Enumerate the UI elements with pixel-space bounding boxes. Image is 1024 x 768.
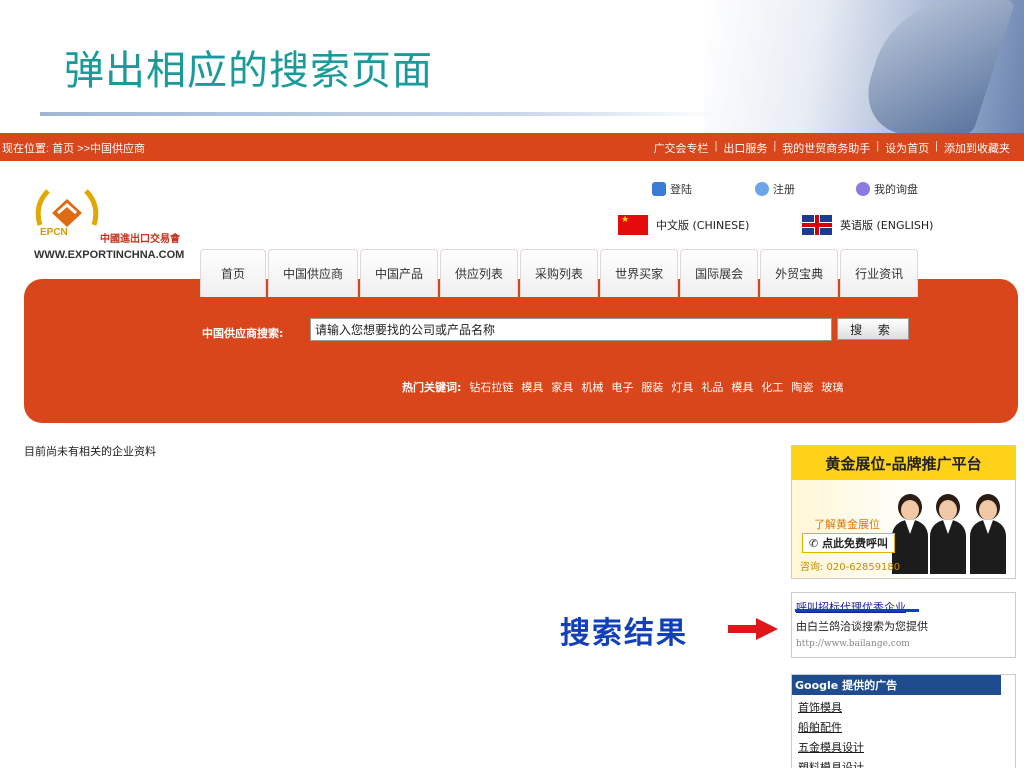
separator: | bbox=[714, 140, 718, 152]
lang-chinese[interactable]: 中文版 (CHINESE) bbox=[618, 215, 749, 235]
ad-title: 黄金展位-品牌推广平台 bbox=[792, 446, 1015, 480]
hot-keyword[interactable]: 玻璃 bbox=[821, 379, 843, 395]
logo-abbr: EPCN bbox=[40, 227, 68, 238]
hot-keyword[interactable]: 电子 bbox=[611, 379, 633, 395]
hot-keyword[interactable]: 模具 bbox=[521, 379, 543, 395]
result-desc: 由白兰鸽洽谈搜索为您提供 bbox=[796, 620, 928, 633]
top-links: 广交会专栏 | 出口服务 | 我的世贸商务助手 | 设为首页 | 添加到收藏夹 bbox=[654, 140, 1010, 156]
main-nav: 首页 中国供应商 中国产品 供应列表 采购列表 世界买家 国际展会 外贸宝典 行… bbox=[200, 249, 919, 297]
google-ad-item[interactable]: 塑料模具设计 bbox=[798, 759, 864, 768]
tab-industry-news[interactable]: 行业资讯 bbox=[840, 249, 919, 297]
hot-keyword[interactable]: 家具 bbox=[551, 379, 573, 395]
gold-booth-ad[interactable]: 黄金展位-品牌推广平台 了解黄金展位 ✆ 点此免费呼叫 咨询: 020-6285… bbox=[791, 445, 1016, 579]
logo-cn-name: 中國進出口交易會 bbox=[100, 234, 180, 245]
hot-keyword[interactable]: 礼品 bbox=[701, 379, 723, 395]
site-logo[interactable]: EPCN 中國進出口交易會 WWW.EXPORTINCHNA.COM bbox=[28, 183, 203, 268]
register-icon bbox=[755, 182, 769, 196]
lang-chinese-label: 中文版 (CHINESE) bbox=[656, 219, 750, 232]
tab-home[interactable]: 首页 bbox=[200, 249, 266, 297]
no-result-message: 目前尚未有相关的企业资料 bbox=[24, 445, 156, 458]
agent-image bbox=[970, 494, 1006, 574]
search-panel bbox=[24, 279, 1018, 423]
agent-image bbox=[930, 494, 966, 574]
website-screenshot: 现在位置: 首页 >>中国供应商 广交会专栏 | 出口服务 | 我的世贸商务助手… bbox=[0, 133, 1024, 768]
annotation-label: 搜索结果 bbox=[560, 616, 688, 651]
tab-supply-list[interactable]: 供应列表 bbox=[440, 249, 519, 297]
ad-learn-more[interactable]: 了解黄金展位 bbox=[814, 516, 880, 532]
separator: | bbox=[935, 140, 938, 152]
inquiry-icon bbox=[856, 182, 870, 196]
slide-title: 弹出相应的搜索页面 bbox=[64, 48, 433, 94]
login-icon bbox=[652, 182, 666, 196]
breadcrumb: 现在位置: 首页 >>中国供应商 bbox=[2, 143, 146, 155]
google-ads-header: Google 提供的广告 bbox=[792, 675, 1001, 695]
tab-trade-guide[interactable]: 外贸宝典 bbox=[760, 249, 839, 297]
phone-icon: ✆ bbox=[809, 537, 823, 550]
free-call-label: 点此免费呼叫 bbox=[822, 537, 889, 550]
top-link-canton-fair[interactable]: 广交会专栏 bbox=[654, 140, 709, 156]
hot-keywords: 热门关键词: 钻石拉链 模具 家具 机械 电子 服装 灯具 礼品 模具 化工 陶… bbox=[402, 379, 843, 395]
lang-english[interactable]: 英语版 (ENGLISH) bbox=[802, 215, 933, 235]
hot-keyword[interactable]: 机械 bbox=[581, 379, 603, 395]
hot-keyword[interactable]: 化工 bbox=[761, 379, 783, 395]
free-call-button[interactable]: ✆ 点此免费呼叫 bbox=[802, 533, 896, 553]
china-flag-icon bbox=[618, 215, 648, 235]
red-arrow-icon bbox=[728, 618, 778, 640]
logo-url: WWW.EXPORTINCHNA.COM bbox=[34, 249, 185, 261]
search-result-ad: 呼叫招标代理优秀企业 由白兰鸽洽谈搜索为您提供 http://www.baila… bbox=[791, 592, 1016, 658]
top-bar: 现在位置: 首页 >>中国供应商 广交会专栏 | 出口服务 | 我的世贸商务助手… bbox=[0, 133, 1024, 161]
google-ads: Google 提供的广告 首饰模具 船舶配件 五金模具设计 塑料模具设计 bbox=[791, 674, 1016, 768]
hot-keyword[interactable]: 陶瓷 bbox=[791, 379, 813, 395]
tab-purchase-list[interactable]: 采购列表 bbox=[520, 249, 599, 297]
search-input[interactable] bbox=[310, 318, 832, 341]
inquiry-link[interactable]: 我的询盘 bbox=[856, 181, 918, 197]
top-link-export-service[interactable]: 出口服务 bbox=[723, 140, 767, 156]
top-link-assistant[interactable]: 我的世贸商务助手 bbox=[782, 140, 870, 156]
ad-body: 了解黄金展位 ✆ 点此免费呼叫 咨询: 020-62859180 bbox=[792, 480, 1015, 578]
uk-flag-icon bbox=[802, 215, 832, 235]
register-label: 注册 bbox=[773, 183, 795, 196]
result-url[interactable]: http://www.bailange.com bbox=[796, 639, 910, 649]
register-link[interactable]: 注册 bbox=[755, 181, 795, 197]
tab-world-buyers[interactable]: 世界买家 bbox=[600, 249, 679, 297]
tab-products[interactable]: 中国产品 bbox=[360, 249, 439, 297]
top-link-set-homepage[interactable]: 设为首页 bbox=[885, 140, 929, 156]
search-label: 中国供应商搜索: bbox=[202, 327, 284, 340]
tab-suppliers[interactable]: 中国供应商 bbox=[268, 249, 359, 297]
result-link[interactable]: 呼叫招标代理优秀企业 bbox=[796, 599, 906, 615]
annotation-underline bbox=[795, 609, 919, 612]
separator: | bbox=[876, 140, 880, 152]
title-divider bbox=[40, 112, 720, 116]
hot-keyword[interactable]: 模具 bbox=[731, 379, 753, 395]
lang-english-label: 英语版 (ENGLISH) bbox=[840, 219, 934, 232]
hot-keyword[interactable]: 服装 bbox=[641, 379, 663, 395]
google-ad-item[interactable]: 五金模具设计 bbox=[798, 739, 864, 759]
hot-keywords-label: 热门关键词: bbox=[402, 381, 462, 394]
ad-phone: 咨询: 020-62859180 bbox=[800, 562, 901, 573]
login-label: 登陆 bbox=[670, 183, 692, 196]
top-link-favorites[interactable]: 添加到收藏夹 bbox=[944, 140, 1010, 156]
google-ad-item[interactable]: 首饰模具 bbox=[798, 699, 864, 719]
google-ad-item[interactable]: 船舶配件 bbox=[798, 719, 864, 739]
hot-keyword[interactable]: 灯具 bbox=[671, 379, 693, 395]
inquiry-label: 我的询盘 bbox=[874, 183, 918, 196]
search-button[interactable]: 搜 索 bbox=[837, 318, 909, 340]
login-link[interactable]: 登陆 bbox=[652, 181, 692, 197]
separator: | bbox=[773, 140, 777, 152]
google-ads-list: 首饰模具 船舶配件 五金模具设计 塑料模具设计 bbox=[798, 699, 864, 768]
hot-keyword[interactable]: 钻石拉链 bbox=[469, 379, 513, 395]
tab-exhibitions[interactable]: 国际展会 bbox=[680, 249, 759, 297]
